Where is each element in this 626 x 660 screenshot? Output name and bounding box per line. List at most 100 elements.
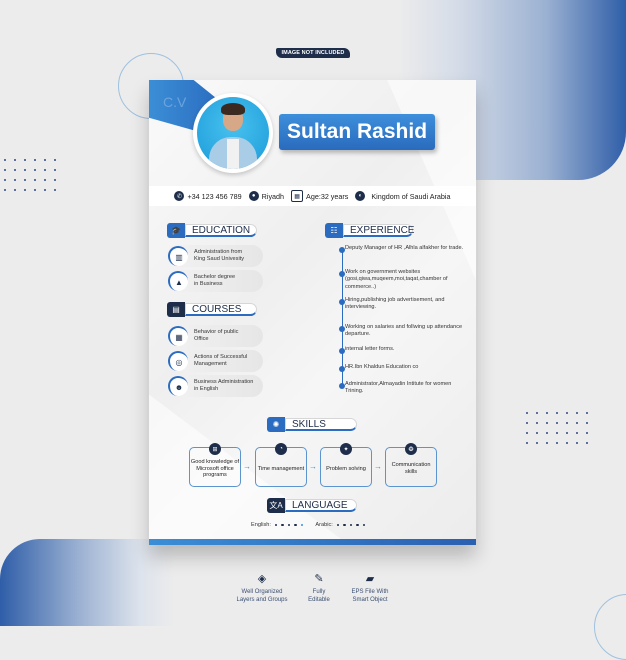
language-title: LANGUAGE bbox=[285, 499, 357, 512]
decorative-dot bbox=[10, 175, 20, 185]
courses-title: COURSES bbox=[185, 303, 257, 316]
translate-icon: 文A bbox=[267, 498, 285, 513]
feature-text: Smart Object bbox=[352, 597, 388, 604]
level-dot bbox=[287, 523, 291, 527]
decorative-dot bbox=[40, 155, 50, 165]
chat-icon: ❂ bbox=[405, 443, 417, 455]
decorative-dot bbox=[582, 428, 592, 438]
skill-label: Problem solving bbox=[326, 465, 366, 472]
country-map-icon: ◐ bbox=[355, 191, 366, 201]
decorative-dot bbox=[10, 165, 20, 175]
decorative-dot bbox=[552, 418, 562, 428]
cv-label: C.V bbox=[163, 94, 187, 110]
level-dot bbox=[274, 523, 278, 527]
resume-card: C.V Sultan Rashid ✆ +34 123 456 789 ● Ri… bbox=[149, 80, 476, 545]
decorative-dot bbox=[522, 428, 532, 438]
office-icon: ▦ bbox=[168, 326, 188, 346]
decorative-dot bbox=[50, 175, 60, 185]
experience-item: Administrator,Almayadin Intitute for wom… bbox=[345, 381, 452, 395]
contact-age: Age:32 years bbox=[306, 191, 349, 201]
decorative-dot-grid bbox=[0, 155, 60, 195]
decorative-dot bbox=[30, 185, 40, 195]
level-dot bbox=[336, 523, 340, 527]
phone-icon: ✆ bbox=[174, 191, 185, 201]
person-name: Sultan Rashid bbox=[287, 120, 428, 143]
level-dot bbox=[349, 523, 353, 527]
contact-city: Riyadh bbox=[261, 191, 285, 201]
decorative-dot bbox=[562, 418, 572, 428]
experience-title: EXPERIENCE bbox=[343, 224, 414, 237]
windows-icon: ⊞ bbox=[209, 443, 221, 455]
decorative-dot bbox=[50, 165, 60, 175]
decorative-dot bbox=[572, 408, 582, 418]
decorative-dot bbox=[522, 418, 532, 428]
experience-item: Hiring,publishing job advertisement, and… bbox=[345, 297, 445, 311]
folder-icon: ▰ bbox=[365, 573, 375, 585]
experience-timeline bbox=[342, 248, 343, 384]
decorative-dot bbox=[20, 185, 30, 195]
contact-bar: ✆ +34 123 456 789 ● Riyadh ▦ Age:32 year… bbox=[149, 186, 476, 206]
lightbulb-icon: ✺ bbox=[267, 417, 285, 432]
decorative-dot bbox=[10, 155, 20, 165]
item-text: in English bbox=[194, 386, 219, 392]
education-item: ▥ Administration from King Saud Univesity bbox=[167, 245, 263, 267]
decorative-dot bbox=[582, 438, 592, 448]
decorative-dot bbox=[542, 408, 552, 418]
courses-icon: ▤ bbox=[167, 302, 185, 317]
feature-text: Fully bbox=[312, 589, 326, 596]
education-title: EDUCATION bbox=[185, 224, 257, 237]
skill-label: Time management bbox=[257, 465, 305, 472]
decorative-dot bbox=[572, 438, 582, 448]
decorative-dot bbox=[30, 165, 40, 175]
item-text: in Business bbox=[194, 281, 223, 287]
decorative-dot bbox=[572, 418, 582, 428]
item-text: Management bbox=[194, 361, 227, 367]
course-item: ☻ Business Administration in English bbox=[167, 375, 263, 397]
english-level-dots bbox=[273, 523, 306, 527]
feature-text: EPS File With bbox=[351, 589, 389, 596]
level-dot bbox=[362, 523, 366, 527]
decorative-dot bbox=[542, 418, 552, 428]
decorative-dot bbox=[542, 428, 552, 438]
item-text: King Saud Univesity bbox=[194, 256, 245, 262]
decorative-dot-grid bbox=[522, 408, 592, 448]
decorative-dot bbox=[532, 418, 542, 428]
decorative-dot bbox=[532, 428, 542, 438]
decorative-dot bbox=[10, 185, 20, 195]
arabic-level-dots bbox=[335, 523, 368, 527]
card-bottom-bar bbox=[149, 539, 476, 545]
arrow-right-icon: → bbox=[243, 462, 251, 471]
item-text: Business Administration bbox=[194, 379, 254, 386]
feature-text: Editable bbox=[308, 597, 330, 604]
feature-item: ▰ EPS File With Smart Object bbox=[335, 572, 405, 605]
experience-heading: ☷ EXPERIENCE bbox=[325, 223, 414, 238]
location-icon: ● bbox=[248, 191, 259, 201]
skill-label: Communication skills bbox=[391, 462, 431, 475]
profile-photo bbox=[193, 93, 273, 173]
decorative-dot bbox=[562, 408, 572, 418]
decorative-dot bbox=[562, 428, 572, 438]
item-text: Behavior of public bbox=[194, 329, 239, 336]
arrow-right-icon: → bbox=[309, 462, 317, 471]
decorative-dot bbox=[572, 428, 582, 438]
skills-heading: ✺ SKILLS bbox=[267, 417, 357, 432]
graduation-cap-icon: 🎓 bbox=[167, 223, 185, 238]
name-banner: Sultan Rashid bbox=[279, 114, 435, 150]
decorative-dot bbox=[562, 438, 572, 448]
experience-item: Deputy Manager of HR ,Alhla alfakher for… bbox=[345, 245, 464, 251]
decorative-dot bbox=[552, 438, 562, 448]
course-item: ◎ Actions of Successful Management bbox=[167, 350, 263, 372]
decorative-gradient-bottom-left bbox=[0, 539, 175, 626]
education-item: ▲ Bachelor degree in Business bbox=[167, 270, 263, 292]
feature-text: Well Organized bbox=[241, 589, 283, 596]
team-icon: ☷ bbox=[325, 223, 343, 238]
decorative-dot bbox=[0, 185, 10, 195]
courses-heading: ▤ COURSES bbox=[167, 302, 257, 317]
item-text: Office bbox=[194, 336, 209, 342]
level-dot bbox=[300, 523, 304, 527]
skills-title: SKILLS bbox=[285, 418, 357, 431]
decorative-dot bbox=[40, 165, 50, 175]
courses-list: ▦ Behavior of public Office ◎ Actions of … bbox=[167, 325, 263, 400]
education-heading: 🎓 EDUCATION bbox=[167, 223, 257, 238]
decorative-dot bbox=[522, 408, 532, 418]
